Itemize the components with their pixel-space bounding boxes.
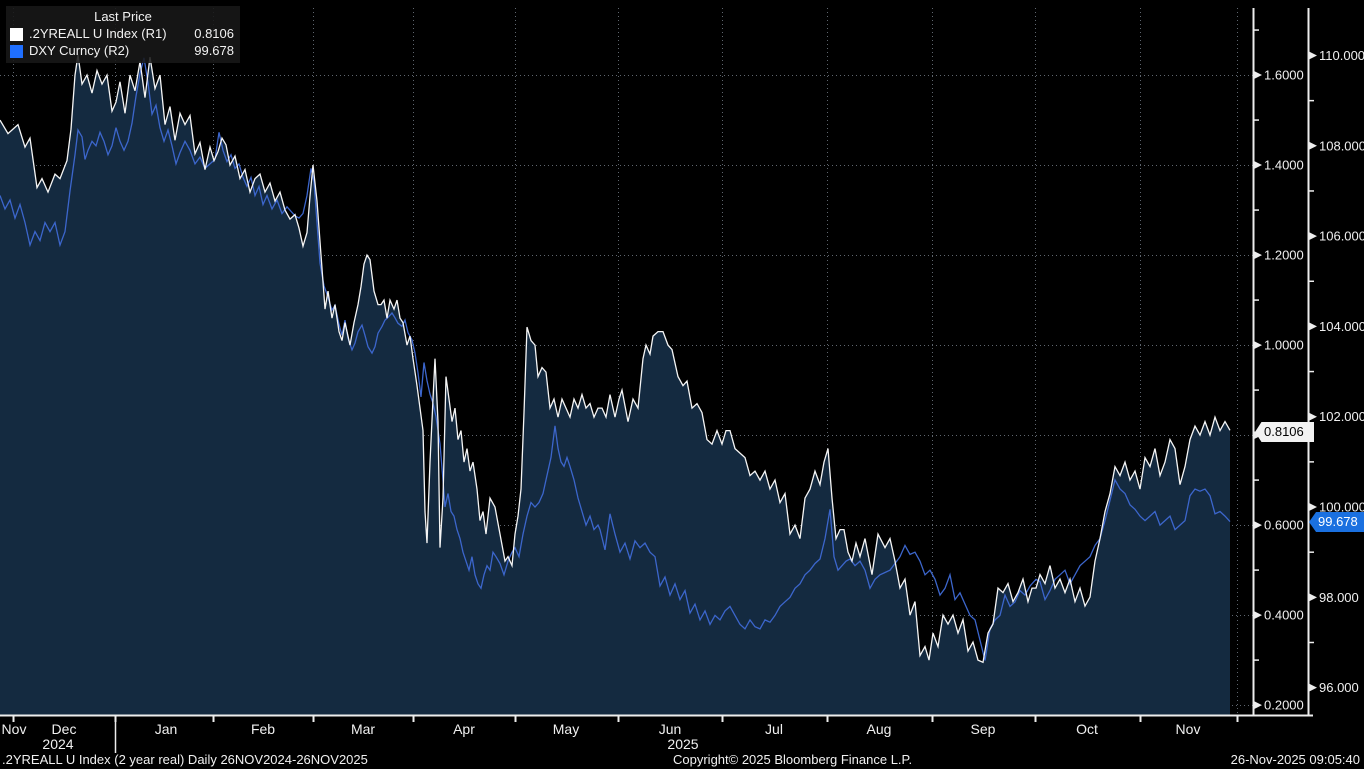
axis-tick-label: 96.000 [1319,680,1359,695]
month-label: Jun [659,721,682,737]
series-swatch-blue-icon [10,45,23,58]
tick-arrow-icon [1254,701,1262,709]
tick-arrow-icon [1254,521,1262,529]
axis-tick-label: 106.000 [1319,229,1364,244]
legend-series-value: 0.8106 [194,26,236,42]
bloomberg-chart-window: 1.6000 1.4000 1.2000 1.0000 0.6000 0.4000 0.20… [0,0,1364,769]
legend-item-2yreall[interactable]: .2YREALL U Index (R1) 0.8106 [10,26,236,42]
axis-tick-label: 0.4000 [1264,608,1304,623]
month-label: Feb [251,721,275,737]
month-label: Aug [867,721,892,737]
year-label: 2025 [667,736,698,752]
last-price-tag-r1: 0.8106 [1255,422,1314,442]
status-bar: .2YREALL U Index (2 year real) Daily 26N… [0,751,1364,769]
axis-tick-label: 102.000 [1319,409,1364,424]
axis-tick-label: 0.6000 [1264,518,1304,533]
axis-tick-label: 98.000 [1319,590,1359,605]
axis-tick-label: 108.000 [1319,138,1364,153]
last-price-tag-r2: 99.678 [1309,512,1364,532]
tick-arrow-icon [1254,251,1262,259]
tick-arrow-icon [1254,611,1262,619]
axis-tick-label: 1.2000 [1264,248,1304,263]
month-label: Oct [1076,721,1098,737]
month-label: Nov [2,721,27,737]
tick-arrow-icon [1254,161,1262,169]
series-swatch-white-icon [10,28,23,41]
tick-arrow-icon [1309,142,1317,150]
legend-item-dxy[interactable]: DXY Curncy (R2) 99.678 [10,43,236,59]
tick-arrow-icon [1309,593,1317,601]
month-label: Apr [453,721,475,737]
year-label: 2024 [42,736,73,752]
axis-tick-label: 104.000 [1319,319,1364,334]
tick-arrow-icon [1309,684,1317,692]
area-fill [0,55,1230,715]
month-label: Jan [155,721,178,737]
month-label: Mar [351,721,375,737]
tick-arrow-icon [1254,341,1262,349]
axis-tick-label: 0.2000 [1264,698,1304,713]
legend-series-value: 99.678 [194,43,236,59]
chart-legend: Last Price .2YREALL U Index (R1) 0.8106 … [6,6,240,63]
axis-tick-label: 110.000 [1319,48,1364,63]
tick-arrow-icon [1254,71,1262,79]
month-label: Sep [971,721,996,737]
month-label: Dec [52,721,77,737]
tick-arrow-icon [1309,52,1317,60]
tick-arrow-icon [1309,503,1317,511]
timestamp: 26-Nov-2025 09:05:40 [1231,752,1360,767]
legend-series-label: .2YREALL U Index (R1) [29,26,167,42]
tick-arrow-icon [1309,322,1317,330]
month-label: Jul [765,721,783,737]
axis-tick-label: 1.0000 [1264,338,1304,353]
security-description: .2YREALL U Index (2 year real) Daily 26N… [2,752,368,767]
copyright-text: Copyright© 2025 Bloomberg Finance L.P. [673,752,912,767]
tick-arrow-icon [1309,232,1317,240]
tick-arrow-icon [1309,413,1317,421]
axis-tick-label: 1.6000 [1264,68,1304,83]
legend-series-label: DXY Curncy (R2) [29,43,129,59]
axis-tick-label: 1.4000 [1264,158,1304,173]
month-label: May [553,721,579,737]
legend-title: Last Price [10,9,236,25]
month-label: Nov [1176,721,1201,737]
chart-canvas[interactable]: 1.6000 1.4000 1.2000 1.0000 0.6000 0.4000 0.20… [0,0,1364,769]
